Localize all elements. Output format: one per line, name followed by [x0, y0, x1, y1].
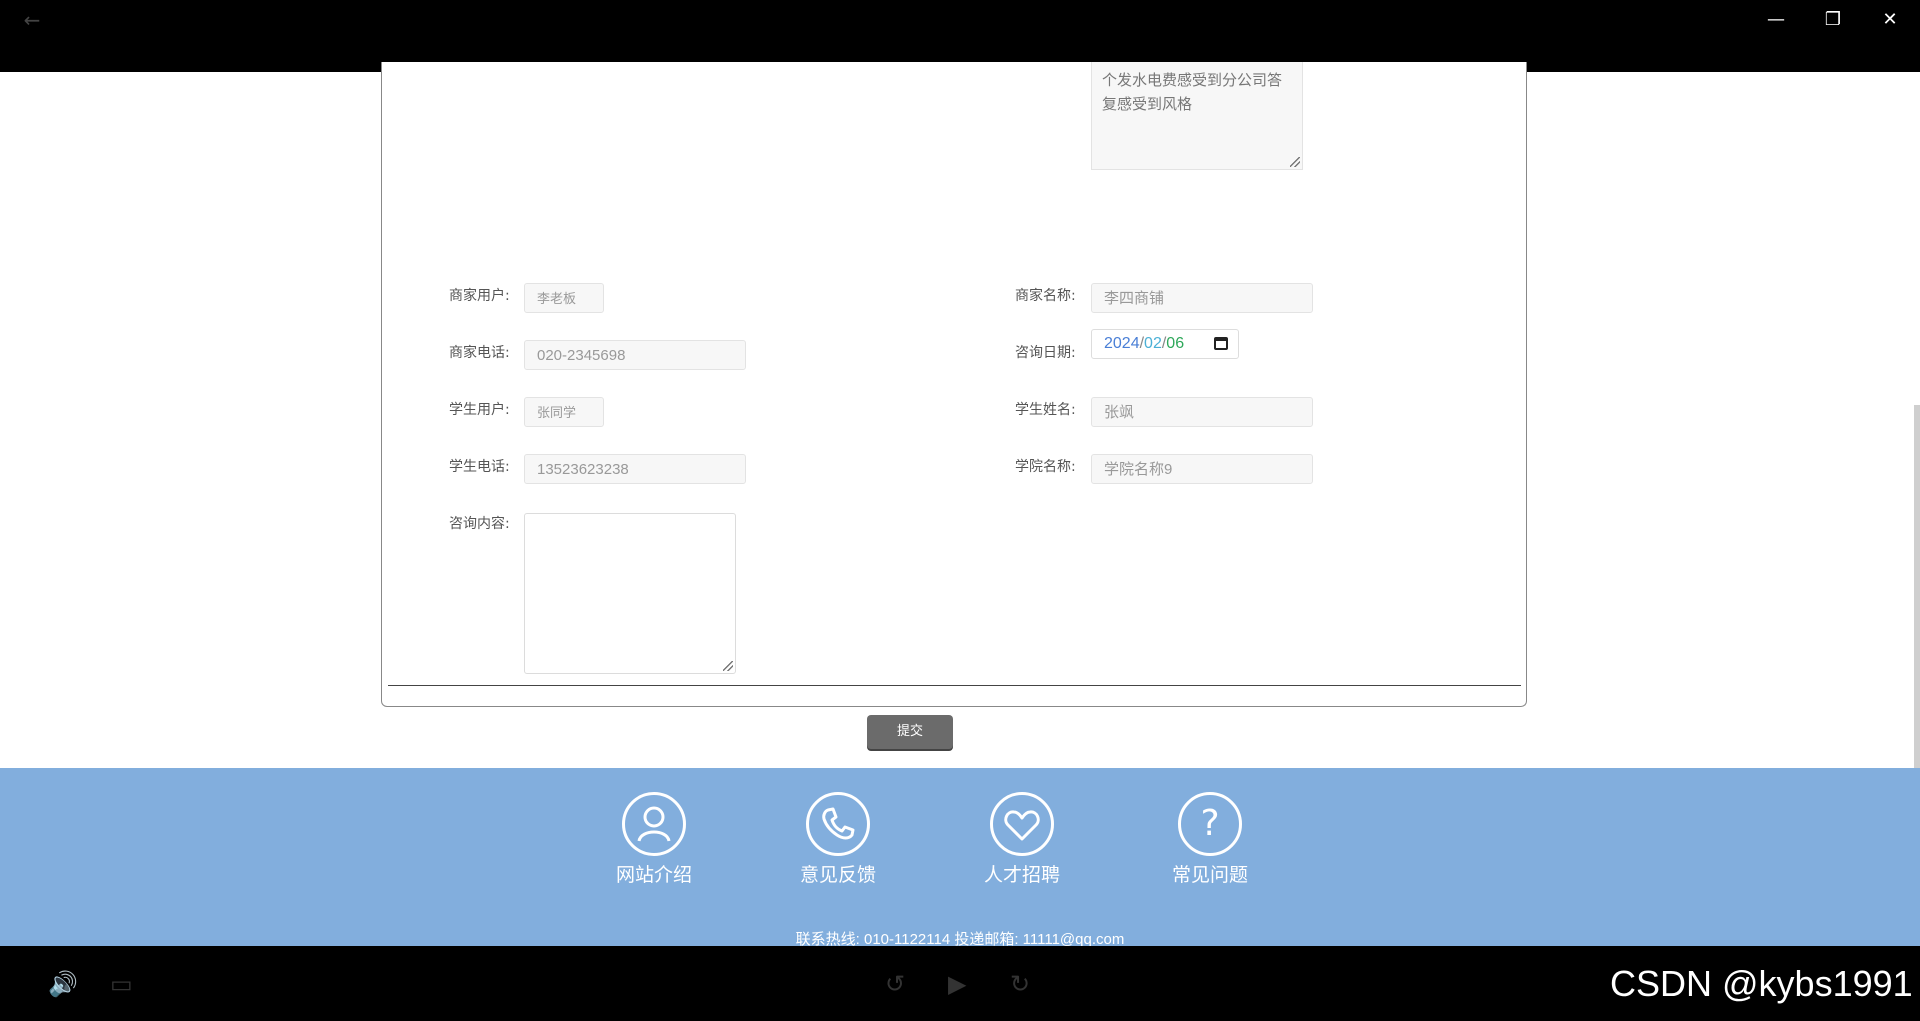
footer-item-label: 人才招聘: [983, 864, 1060, 886]
student-user-label: 学生用户:: [449, 402, 510, 418]
student-name-label: 学生姓名:: [1015, 402, 1076, 418]
play-icon[interactable]: ▶: [948, 970, 966, 998]
close-icon[interactable]: ✕: [1870, 8, 1910, 32]
minimize-icon[interactable]: —: [1756, 8, 1796, 32]
previous-textarea[interactable]: 个发水电费感受到分公司答复感受到风格: [1091, 62, 1303, 170]
date-year: 2024: [1104, 335, 1140, 352]
college-name-field[interactable]: 学院名称9: [1091, 454, 1313, 484]
restore-icon[interactable]: ❐: [1813, 8, 1853, 32]
footer-item-label: 意见反馈: [799, 864, 876, 886]
student-phone-label: 学生电话:: [449, 459, 510, 475]
volume-icon[interactable]: 🔊: [48, 970, 78, 998]
date-month: 02: [1144, 335, 1162, 352]
student-phone-field[interactable]: 13523623238: [524, 454, 746, 484]
page-content: 个发水电费感受到分公司答复感受到风格 商家用户: 李老板 商家名称: 李四商铺 …: [0, 62, 1920, 768]
consult-form: 个发水电费感受到分公司答复感受到风格 商家用户: 李老板 商家名称: 李四商铺 …: [381, 62, 1527, 749]
question-icon: ?: [1178, 792, 1242, 856]
footer-item-label: 网站介绍: [615, 864, 692, 886]
form-divider: [388, 685, 1521, 686]
merchant-user-field[interactable]: 李老板: [524, 283, 604, 313]
merchant-name-field[interactable]: 李四商铺: [1091, 283, 1313, 313]
footer-item-about[interactable]: 网站介绍: [594, 792, 714, 887]
forward-icon[interactable]: ↻: [1010, 970, 1030, 998]
captions-icon[interactable]: ▭: [110, 970, 133, 998]
consult-content-label: 咨询内容:: [449, 516, 510, 532]
resize-grip-icon[interactable]: [1290, 157, 1300, 167]
calendar-icon[interactable]: [1214, 337, 1228, 350]
rewind-icon[interactable]: ↺: [885, 970, 905, 998]
consult-date-label: 咨询日期:: [1015, 345, 1076, 361]
submit-button[interactable]: 提交: [867, 715, 953, 749]
back-icon[interactable]: ←: [12, 8, 52, 32]
student-name-field[interactable]: 张飒: [1091, 397, 1313, 427]
person-icon: [622, 792, 686, 856]
college-name-label: 学院名称:: [1015, 459, 1076, 475]
footer-item-recruit[interactable]: 人才招聘: [962, 792, 1082, 887]
student-user-field[interactable]: 张同学: [524, 397, 604, 427]
footer-item-faq[interactable]: ? 常见问题: [1150, 792, 1270, 887]
consult-date-input[interactable]: 2024/02/06: [1091, 329, 1239, 359]
phone-icon: [806, 792, 870, 856]
date-day: 06: [1166, 335, 1185, 352]
consult-content-textarea[interactable]: [524, 513, 736, 674]
heart-icon: [990, 792, 1054, 856]
site-footer: 网站介绍 意见反馈 人才招聘 ? 常见问题 联系热线: 010-1122114 …: [0, 768, 1920, 948]
merchant-name-label: 商家名称:: [1015, 288, 1076, 304]
merchant-phone-field[interactable]: 020-2345698: [524, 340, 746, 370]
watermark: CSDN @kybs1991: [1610, 963, 1913, 1004]
merchant-phone-label: 商家电话:: [449, 345, 510, 361]
footer-item-label: 常见问题: [1171, 864, 1248, 886]
footer-item-feedback[interactable]: 意见反馈: [778, 792, 898, 887]
merchant-user-label: 商家用户:: [449, 288, 510, 304]
resize-grip-icon[interactable]: [723, 661, 733, 671]
